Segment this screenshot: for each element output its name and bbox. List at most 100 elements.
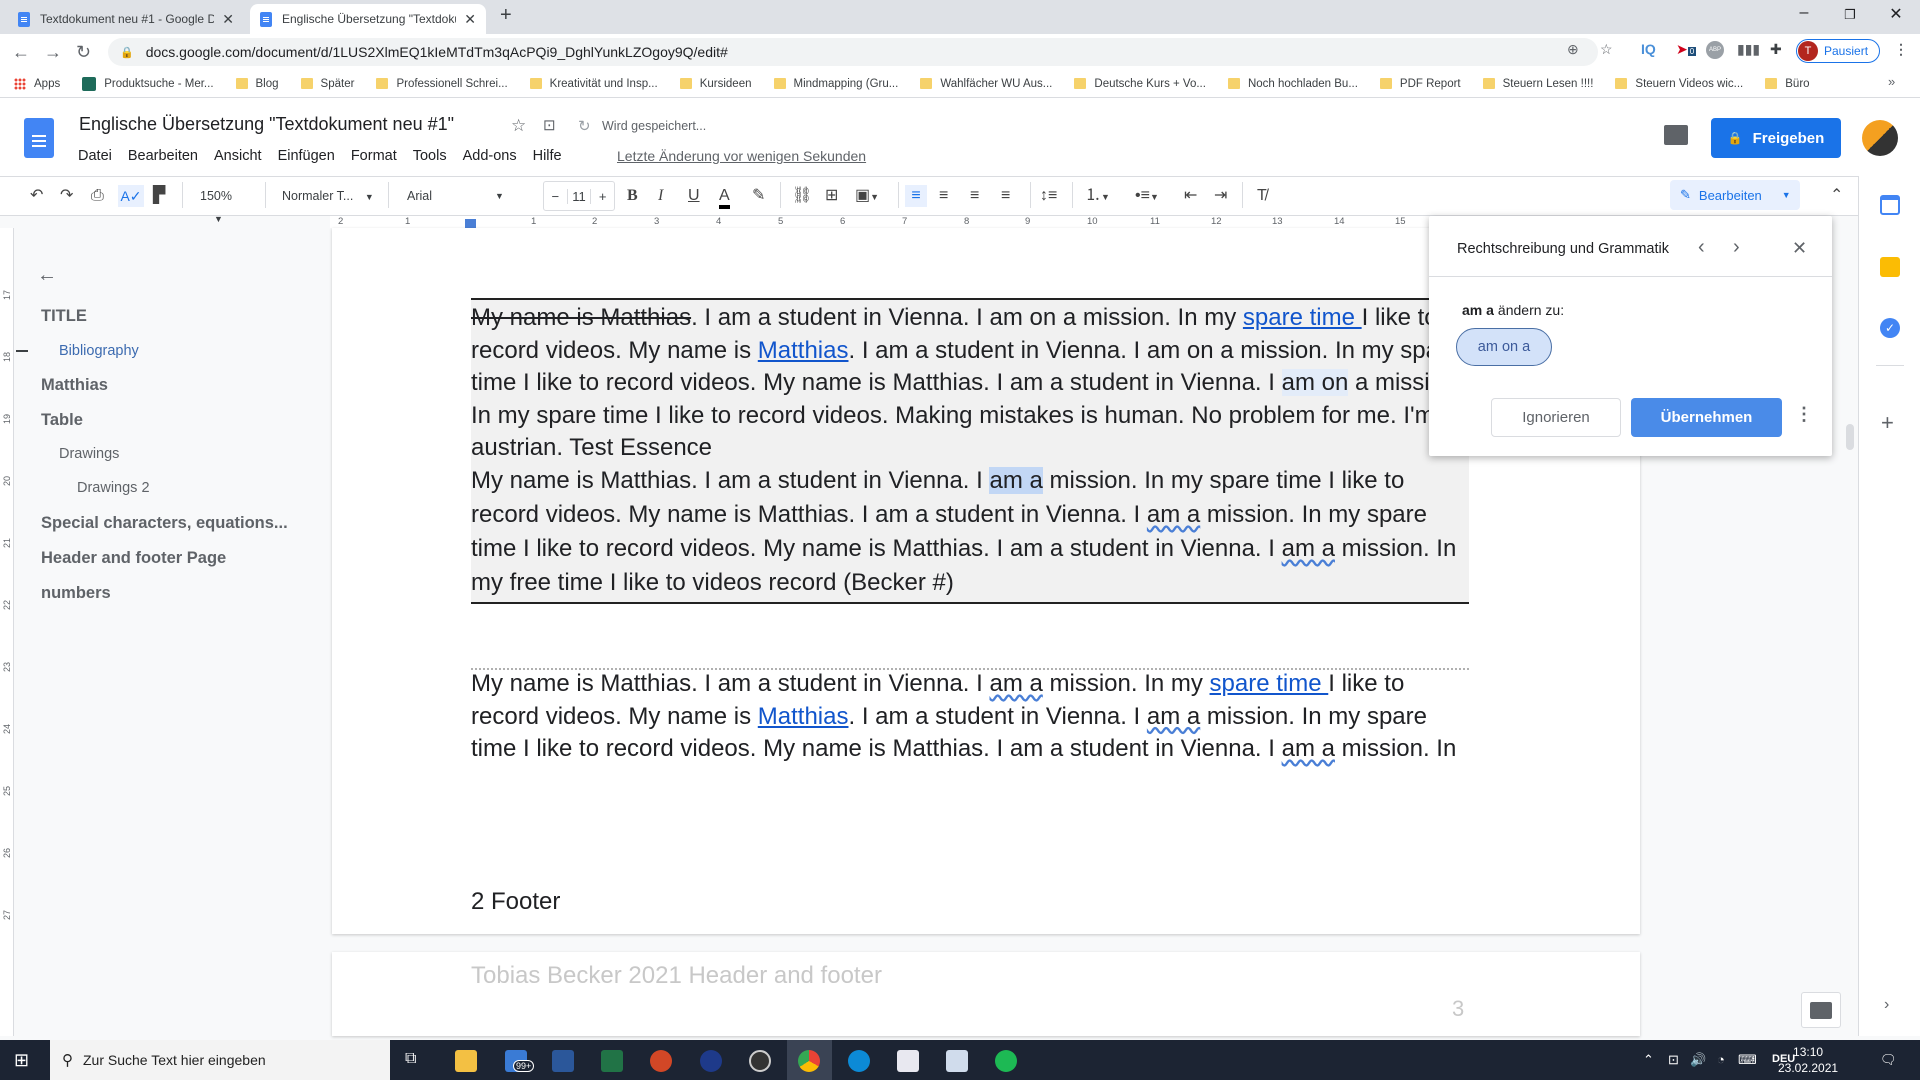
- page-footer[interactable]: 2 Footer: [471, 888, 560, 916]
- bookmark-folder[interactable]: Mindmapping (Gru...: [773, 78, 898, 90]
- bookmark-folder[interactable]: Büro: [1765, 78, 1810, 90]
- table-paragraph-2[interactable]: My name is Matthias. I am a student in V…: [471, 464, 1471, 600]
- minimize-icon[interactable]: –: [1784, 4, 1824, 22]
- grammar-error[interactable]: am a: [1282, 735, 1335, 762]
- outline-item[interactable]: numbers: [41, 584, 111, 603]
- chrome-icon[interactable]: [798, 1050, 820, 1072]
- underline-button[interactable]: U: [688, 185, 700, 207]
- bookmark-folder[interactable]: PDF Report: [1379, 78, 1461, 90]
- align-left-icon[interactable]: ≡: [905, 185, 927, 207]
- menu-einfuegen[interactable]: Einfügen: [278, 148, 335, 164]
- highlight-color-icon[interactable]: ✎: [752, 185, 765, 207]
- mail-icon[interactable]: 99+: [505, 1050, 535, 1072]
- share-button[interactable]: 🔒 Freigeben: [1711, 118, 1841, 158]
- link-spare-time[interactable]: spare time: [1243, 304, 1362, 331]
- user-avatar[interactable]: [1862, 120, 1898, 156]
- bookmark-item[interactable]: Produktsuche - Mer...: [82, 76, 214, 91]
- paragraph-style-select[interactable]: Normaler T... ▼: [282, 185, 382, 207]
- back-icon[interactable]: ←: [12, 42, 30, 63]
- close-tab-icon[interactable]: ✕: [222, 11, 234, 28]
- zoom-select[interactable]: 150% ▼: [200, 185, 256, 224]
- insert-link-icon[interactable]: ⛓: [792, 185, 812, 207]
- close-tab-icon[interactable]: ✕: [464, 11, 476, 28]
- menu-tools[interactable]: Tools: [413, 148, 447, 164]
- stats-extension-icon[interactable]: ▮▮▮: [1737, 41, 1760, 58]
- paint-format-icon[interactable]: ▛: [153, 185, 165, 207]
- add-addon-icon[interactable]: +: [1881, 410, 1894, 436]
- extensions-puzzle-icon[interactable]: ✚: [1770, 41, 1782, 58]
- bookmark-folder[interactable]: Später: [300, 78, 354, 90]
- keep-icon[interactable]: [1880, 257, 1900, 277]
- excel-icon[interactable]: [601, 1050, 623, 1072]
- text-color-button[interactable]: A: [719, 185, 730, 209]
- volume-icon[interactable]: 🔊: [1690, 1052, 1706, 1068]
- tab-englische-uebersetzung[interactable]: Englische Übersetzung "Textdoku ✕: [250, 4, 486, 34]
- outline-item[interactable]: Table: [41, 411, 83, 430]
- page-header[interactable]: Tobias Becker 2021 Header and footer: [471, 962, 882, 990]
- last-edit-link[interactable]: Letzte Änderung vor wenigen Sekunden: [617, 148, 866, 164]
- reload-icon[interactable]: ↻: [76, 42, 91, 63]
- bookmark-folder[interactable]: Steuern Lesen !!!!: [1482, 78, 1593, 90]
- clock[interactable]: 13:10 23.02.2021: [1778, 1044, 1838, 1076]
- indent-marker[interactable]: [465, 219, 476, 228]
- app-icon[interactable]: [946, 1050, 968, 1072]
- notifications-icon[interactable]: 🗨: [1880, 1052, 1897, 1068]
- table-paragraph-1[interactable]: My name is Matthias. I am a student in V…: [471, 302, 1471, 465]
- scrollbar-thumb[interactable]: [1846, 424, 1854, 450]
- close-icon[interactable]: ✕: [1792, 238, 1807, 259]
- windows-start-icon[interactable]: ⊞: [14, 1050, 29, 1071]
- justify-icon[interactable]: ≡: [1001, 185, 1010, 207]
- collapse-toolbar-icon[interactable]: ⌃: [1830, 185, 1843, 207]
- font-size-input[interactable]: 11: [566, 188, 592, 204]
- bookmark-folder[interactable]: Kursideen: [679, 78, 752, 90]
- font-size-stepper[interactable]: − 11 +: [543, 181, 615, 211]
- link-matthias[interactable]: Matthias: [758, 703, 849, 730]
- restore-icon[interactable]: ❐: [1830, 7, 1870, 23]
- decrease-font-size-button[interactable]: −: [544, 189, 567, 204]
- bookmark-folder[interactable]: Professionell Schrei...: [376, 78, 508, 90]
- more-options-icon[interactable]: ⋮: [1795, 404, 1813, 425]
- font-select[interactable]: Arial ▼: [407, 185, 507, 207]
- outline-item[interactable]: TITLE: [41, 307, 87, 326]
- chrome-menu-icon[interactable]: ⋮: [1894, 41, 1908, 58]
- add-comment-icon[interactable]: ⊞: [825, 185, 838, 207]
- explore-button[interactable]: [1801, 992, 1841, 1028]
- obs-icon[interactable]: [749, 1050, 771, 1072]
- menu-addons[interactable]: Add-ons: [463, 148, 517, 164]
- tasks-icon[interactable]: ✓: [1880, 318, 1900, 338]
- align-right-icon[interactable]: ≡: [970, 185, 979, 207]
- clear-formatting-icon[interactable]: T̸: [1257, 185, 1267, 207]
- ignore-button[interactable]: Ignorieren: [1491, 398, 1621, 437]
- wifi-icon[interactable]: ◔: [1717, 1052, 1725, 1067]
- grammar-error[interactable]: am a: [989, 670, 1042, 697]
- file-explorer-icon[interactable]: [455, 1050, 477, 1072]
- move-folder-icon[interactable]: ⊡: [543, 116, 556, 134]
- menu-hilfe[interactable]: Hilfe: [533, 148, 562, 164]
- task-view-icon[interactable]: ⧉: [405, 1050, 416, 1068]
- outline-item[interactable]: Matthias: [41, 376, 108, 395]
- keyboard-icon[interactable]: ⌨: [1738, 1052, 1757, 1068]
- italic-button[interactable]: I: [658, 185, 663, 207]
- zoom-icon[interactable]: ⊕: [1567, 41, 1579, 58]
- taskbar-search[interactable]: ⚲ Zur Suche Text hier eingeben: [50, 1040, 390, 1080]
- more-bookmarks-icon[interactable]: »: [1888, 74, 1895, 89]
- outline-item[interactable]: Special characters, equations...: [41, 514, 288, 533]
- selected-error-text[interactable]: am a: [989, 467, 1043, 494]
- new-tab-button[interactable]: +: [500, 4, 512, 27]
- close-outline-icon[interactable]: ←: [37, 264, 57, 287]
- bulleted-list-icon[interactable]: •≡▼: [1135, 185, 1159, 207]
- comment-history-icon[interactable]: [1664, 125, 1688, 145]
- bookmark-apps[interactable]: Apps: [14, 77, 60, 90]
- previous-suggestion-icon[interactable]: ‹: [1698, 236, 1705, 259]
- grammar-error[interactable]: am a: [1147, 703, 1200, 730]
- tray-expand-icon[interactable]: ⌃: [1643, 1052, 1654, 1068]
- next-suggestion-icon[interactable]: ›: [1733, 236, 1740, 259]
- increase-indent-icon[interactable]: ⇥: [1214, 185, 1227, 207]
- bookmark-folder[interactable]: Blog: [235, 78, 279, 90]
- spotify-icon[interactable]: [995, 1050, 1017, 1072]
- calendar-icon[interactable]: [1880, 195, 1900, 215]
- editing-mode-select[interactable]: ✎ Bearbeiten ▼: [1670, 180, 1800, 210]
- increase-font-size-button[interactable]: +: [591, 189, 614, 204]
- app-icon[interactable]: [700, 1050, 722, 1072]
- app-icon[interactable]: [897, 1050, 919, 1072]
